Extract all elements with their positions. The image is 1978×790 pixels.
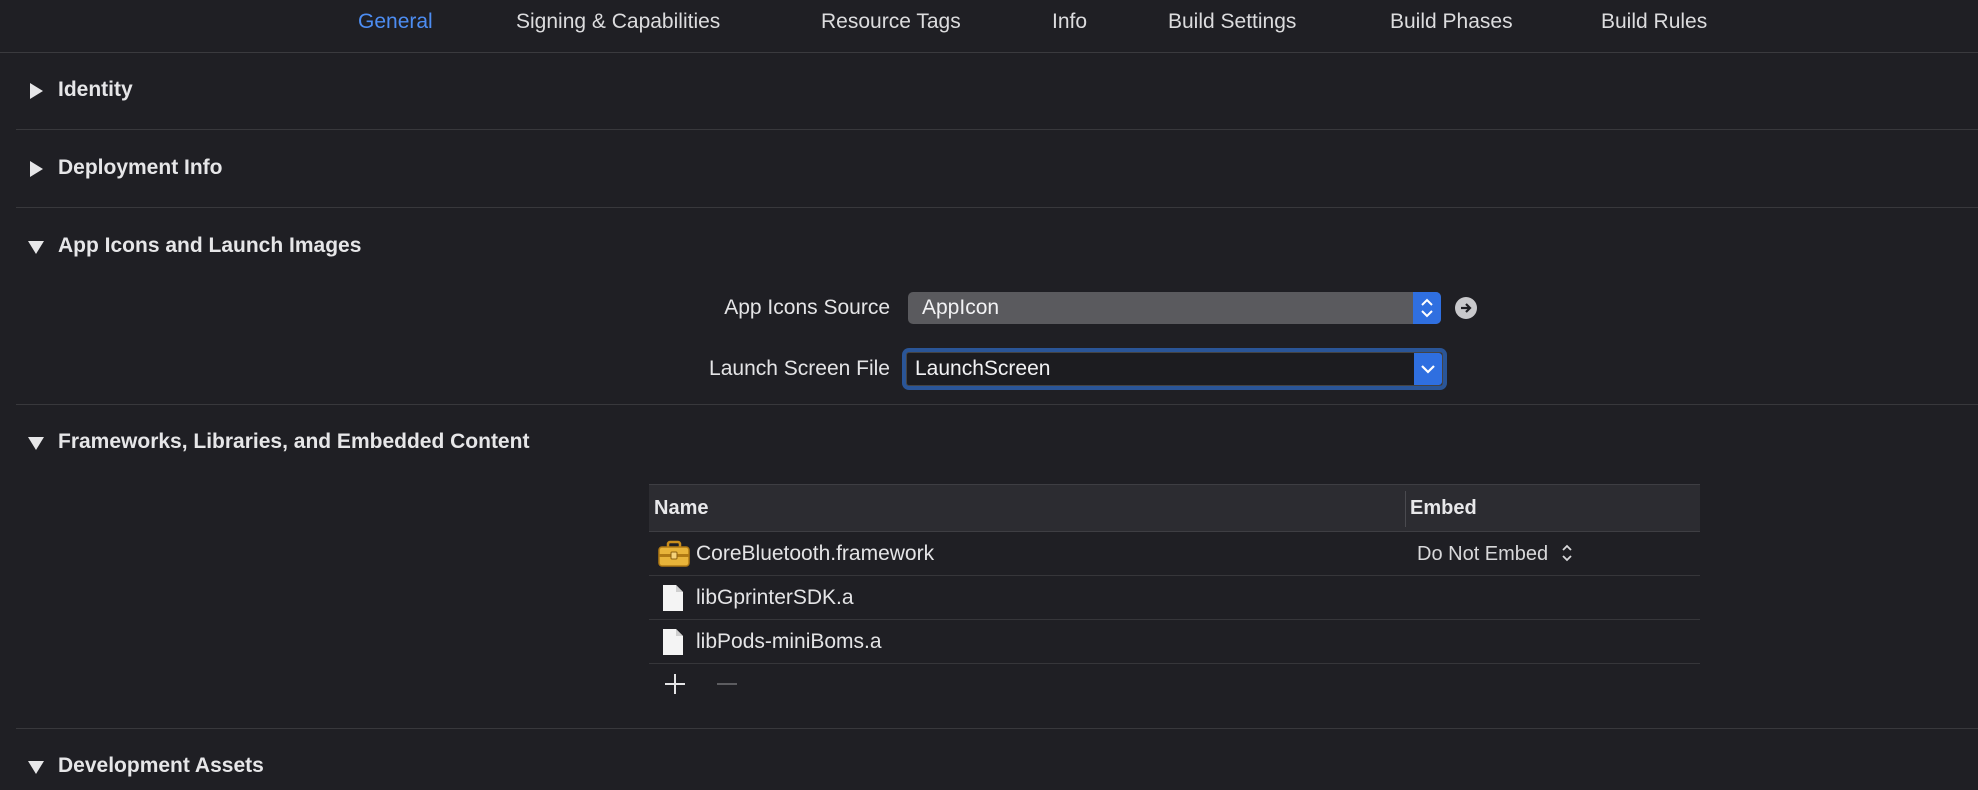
section-title-app-icons: App Icons and Launch Images: [58, 234, 362, 257]
embed-value: Do Not Embed: [1417, 543, 1549, 565]
tab-build-phases[interactable]: Build Phases: [1390, 10, 1513, 34]
section-title-deployment-info: Deployment Info: [58, 156, 223, 179]
section-identity[interactable]: Identity: [0, 72, 1978, 112]
section-title-development-assets: Development Assets: [58, 754, 264, 777]
tab-general[interactable]: General: [358, 10, 433, 34]
remove-button[interactable]: [715, 672, 739, 701]
column-header-name[interactable]: Name: [654, 497, 708, 520]
popup-stepper-icon: [1413, 292, 1441, 324]
launch-screen-file-label: Launch Screen File: [709, 357, 890, 380]
section-deployment-info[interactable]: Deployment Info: [0, 150, 1978, 190]
app-icons-source-label: App Icons Source: [724, 296, 890, 319]
section-title-identity: Identity: [58, 78, 133, 101]
file-icon: [662, 628, 684, 661]
app-icons-source-popup[interactable]: AppIcon: [908, 292, 1441, 324]
launch-screen-file-field[interactable]: LaunchScreen: [902, 348, 1447, 390]
disclosure-expanded-icon[interactable]: [27, 758, 45, 776]
tab-info[interactable]: Info: [1052, 10, 1087, 34]
section-divider: [16, 129, 1978, 130]
tab-signing-capabilities[interactable]: Signing & Capabilities: [516, 10, 720, 34]
add-button[interactable]: [663, 672, 687, 701]
section-divider: [16, 207, 1978, 208]
column-header-embed[interactable]: Embed: [1410, 497, 1477, 520]
file-icon: [662, 584, 684, 617]
table-actions: [649, 664, 1700, 708]
section-frameworks[interactable]: Frameworks, Libraries, and Embedded Cont…: [0, 424, 1978, 464]
stepper-icon: [1562, 544, 1572, 562]
navigate-arrow-icon[interactable]: [1455, 297, 1477, 319]
toolbox-icon: [658, 540, 690, 573]
row-name: CoreBluetooth.framework: [696, 542, 935, 565]
disclosure-expanded-icon[interactable]: [27, 238, 45, 256]
launch-screen-file-value: LaunchScreen: [915, 357, 1051, 380]
embed-popup[interactable]: Do Not Embed: [1417, 542, 1574, 566]
chevron-down-icon[interactable]: [1414, 353, 1442, 385]
section-title-frameworks: Frameworks, Libraries, and Embedded Cont…: [58, 430, 530, 453]
app-icons-source-value: AppIcon: [922, 296, 1000, 319]
section-divider: [16, 404, 1978, 405]
column-separator[interactable]: [1405, 491, 1406, 527]
row-name: libGprinterSDK.a: [696, 586, 854, 609]
section-divider: [16, 728, 1978, 729]
disclosure-expanded-icon[interactable]: [27, 434, 45, 452]
table-row[interactable]: CoreBluetooth.framework Do Not Embed: [649, 532, 1700, 576]
table-row[interactable]: libGprinterSDK.a: [649, 576, 1700, 620]
tab-build-settings[interactable]: Build Settings: [1168, 10, 1296, 34]
table-row[interactable]: libPods-miniBoms.a: [649, 620, 1700, 664]
frameworks-table: Name Embed CoreBluetooth.framework Do No…: [649, 484, 1700, 708]
tab-resource-tags[interactable]: Resource Tags: [821, 10, 961, 34]
section-development-assets[interactable]: Development Assets: [0, 748, 1978, 788]
table-header: Name Embed: [649, 484, 1700, 532]
section-app-icons[interactable]: App Icons and Launch Images: [0, 228, 1978, 268]
row-name: libPods-miniBoms.a: [696, 630, 882, 653]
disclosure-collapsed-icon[interactable]: [27, 82, 45, 100]
tab-build-rules[interactable]: Build Rules: [1601, 10, 1707, 34]
editor-tab-bar: General Signing & Capabilities Resource …: [0, 0, 1978, 53]
disclosure-collapsed-icon[interactable]: [27, 160, 45, 178]
